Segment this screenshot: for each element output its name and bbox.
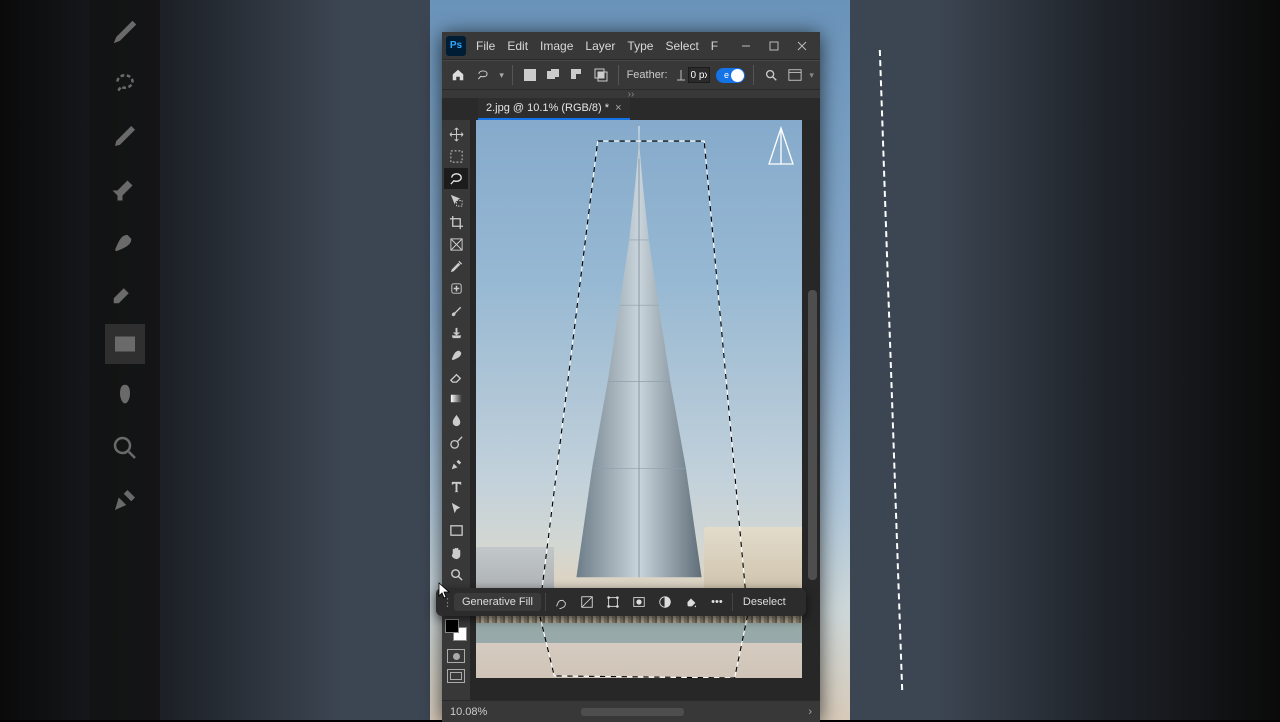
- adjustment-icon[interactable]: [654, 591, 676, 613]
- menu-file[interactable]: File: [470, 39, 501, 53]
- create-mask-icon[interactable]: [628, 591, 650, 613]
- selection-new-icon[interactable]: [521, 66, 539, 84]
- window-close-button[interactable]: [788, 35, 816, 57]
- video-pillar-left: [0, 0, 430, 720]
- search-icon[interactable]: [762, 66, 780, 84]
- mouse-cursor: [438, 582, 452, 600]
- app-badge: Ps: [446, 36, 466, 56]
- brush-tool[interactable]: [444, 300, 468, 321]
- clone-stamp-tool[interactable]: [444, 322, 468, 343]
- window-maximize-button[interactable]: [760, 35, 788, 57]
- menu-edit[interactable]: Edit: [501, 39, 534, 53]
- move-tool[interactable]: [444, 124, 468, 145]
- deselect-button[interactable]: Deselect: [737, 593, 792, 611]
- marquee-tool[interactable]: [444, 146, 468, 167]
- object-select-tool[interactable]: [444, 190, 468, 211]
- blur-tool[interactable]: [444, 410, 468, 431]
- eyedropper-tool[interactable]: [444, 256, 468, 277]
- anti-alias-toggle[interactable]: e: [716, 68, 746, 83]
- selection-add-icon[interactable]: [545, 66, 563, 84]
- anti-alias-hint: e: [724, 70, 729, 80]
- rectangle-tool[interactable]: [444, 520, 468, 541]
- feather-input[interactable]: [688, 67, 710, 83]
- foreground-color-swatch[interactable]: [445, 619, 459, 633]
- feather-scrubby-icon[interactable]: [674, 68, 688, 82]
- options-expand-handle[interactable]: ››: [442, 90, 820, 98]
- window-minimize-button[interactable]: [732, 35, 760, 57]
- pen-tool[interactable]: [444, 454, 468, 475]
- history-brush-tool[interactable]: [444, 344, 468, 365]
- crop-tool[interactable]: [444, 212, 468, 233]
- selection-subtract-icon[interactable]: [568, 66, 586, 84]
- gradient-tool[interactable]: [444, 388, 468, 409]
- document-tab-bar: 2.jpg @ 10.1% (RGB/8) * ×: [442, 98, 820, 120]
- menu-image[interactable]: Image: [534, 39, 579, 53]
- hand-tool[interactable]: [444, 542, 468, 563]
- menu-select[interactable]: Select: [659, 39, 704, 53]
- quick-mask-toggle[interactable]: [447, 649, 465, 663]
- photoshop-window: Ps File Edit Image Layer Type Select F ▾…: [442, 32, 820, 722]
- contextual-task-bar[interactable]: ⋮ Generative Fill ••• Deselect: [436, 588, 806, 616]
- feather-label: Feather:: [627, 69, 668, 81]
- tool-preset-chevron-icon[interactable]: ▾: [499, 70, 504, 81]
- menu-bar: Ps File Edit Image Layer Type Select F: [442, 32, 820, 60]
- lasso-tool[interactable]: [444, 168, 468, 189]
- document-tab-title: 2.jpg @ 10.1% (RGB/8) *: [486, 102, 609, 114]
- bg-tool-column-left: [90, 0, 160, 720]
- fill-selection-icon[interactable]: [680, 591, 702, 613]
- dodge-tool[interactable]: [444, 432, 468, 453]
- document-tab[interactable]: 2.jpg @ 10.1% (RGB/8) * ×: [478, 98, 630, 120]
- healing-brush-tool[interactable]: [444, 278, 468, 299]
- type-tool[interactable]: [444, 476, 468, 497]
- selection-intersect-icon[interactable]: [592, 66, 610, 84]
- options-bar: ▾ Feather: e ▾: [442, 60, 820, 90]
- menu-type[interactable]: Type: [621, 39, 659, 53]
- menu-filter[interactable]: F: [705, 39, 724, 53]
- workspace-switcher-icon[interactable]: [786, 66, 804, 84]
- current-tool-icon[interactable]: [474, 65, 494, 85]
- frame-tool[interactable]: [444, 234, 468, 255]
- path-select-tool[interactable]: [444, 498, 468, 519]
- color-swatches[interactable]: [445, 619, 467, 641]
- remove-background-icon[interactable]: [576, 591, 598, 613]
- screen-mode-toggle[interactable]: [447, 669, 465, 683]
- tab-close-icon[interactable]: ×: [615, 102, 621, 114]
- eraser-tool[interactable]: [444, 366, 468, 387]
- home-button[interactable]: [448, 65, 468, 85]
- horizontal-scrollbar[interactable]: [495, 708, 800, 716]
- vertical-scrollbar[interactable]: [808, 290, 817, 580]
- status-bar: 10.08% ›: [442, 700, 820, 722]
- menu-layer[interactable]: Layer: [579, 39, 621, 53]
- generative-fill-button[interactable]: Generative Fill: [454, 593, 541, 611]
- workspace-chevron-icon[interactable]: ▾: [809, 70, 814, 81]
- transform-selection-icon[interactable]: [602, 591, 624, 613]
- scroll-right-icon[interactable]: ›: [808, 706, 812, 718]
- ctx-more-icon[interactable]: •••: [706, 591, 728, 613]
- zoom-level[interactable]: 10.08%: [450, 706, 487, 718]
- select-subject-icon[interactable]: [550, 591, 572, 613]
